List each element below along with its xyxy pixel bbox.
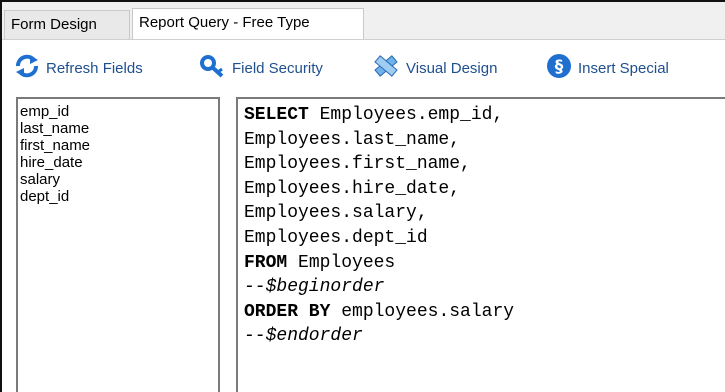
refresh-icon [14,54,46,82]
field-security-button[interactable]: Field Security [200,54,323,82]
tab-bar: Form Design Report Query - Free Type [2,2,725,39]
sql-keyword: FROM [244,252,288,273]
list-item[interactable]: dept_id [20,188,216,205]
refresh-fields-button[interactable]: Refresh Fields [14,54,143,82]
refresh-fields-label: Refresh Fields [46,59,143,77]
sql-line: Employees.first_name, [244,154,471,175]
tab-form-design[interactable]: Form Design [4,10,130,39]
editor-area: emp_id last_name first_name hire_date sa… [2,95,725,392]
sql-text: employees.salary [330,301,515,322]
sql-line: SELECT Employees.emp_id, [244,103,721,128]
list-item[interactable]: salary [20,171,216,188]
sql-line: Employees.salary, [244,203,428,224]
list-item[interactable]: emp_id [20,103,216,120]
sql-line: ORDER BY employees.salary [244,300,721,325]
toolbar: Refresh Fields Field Security Visual Des… [2,39,725,95]
app-window: Form Design Report Query - Free Type Ref… [0,0,725,392]
sql-keyword: ORDER BY [244,301,331,322]
sql-text: Employees.emp_id, [308,105,504,125]
sql-line: Employees.last_name, [244,129,461,150]
design-tool-icon [372,53,406,83]
key-icon [200,54,232,82]
insert-special-button[interactable]: § Insert Special [546,54,669,82]
svg-text:§: § [555,57,564,77]
sql-line: FROM Employees [244,251,721,276]
tab-report-query[interactable]: Report Query - Free Type [132,8,364,39]
field-security-label: Field Security [232,59,323,77]
insert-special-label: Insert Special [578,59,669,77]
list-item[interactable]: last_name [20,120,216,137]
section-sign-icon: § [546,53,578,83]
sql-line: Employees.hire_date, [244,178,461,199]
sql-comment: --$endorder [244,326,363,347]
sql-editor[interactable]: SELECT Employees.emp_id, Employees.last_… [236,97,725,392]
sql-comment: --$beginorder [244,277,385,298]
sql-keyword: SELECT [244,105,309,125]
sql-text: Employees [287,252,396,273]
visual-design-button[interactable]: Visual Design [372,54,497,82]
fields-list[interactable]: emp_id last_name first_name hire_date sa… [16,97,220,392]
list-item[interactable]: hire_date [20,154,216,171]
visual-design-label: Visual Design [406,59,498,77]
list-item[interactable]: first_name [20,137,216,154]
sql-line: Employees.dept_id [244,227,428,248]
